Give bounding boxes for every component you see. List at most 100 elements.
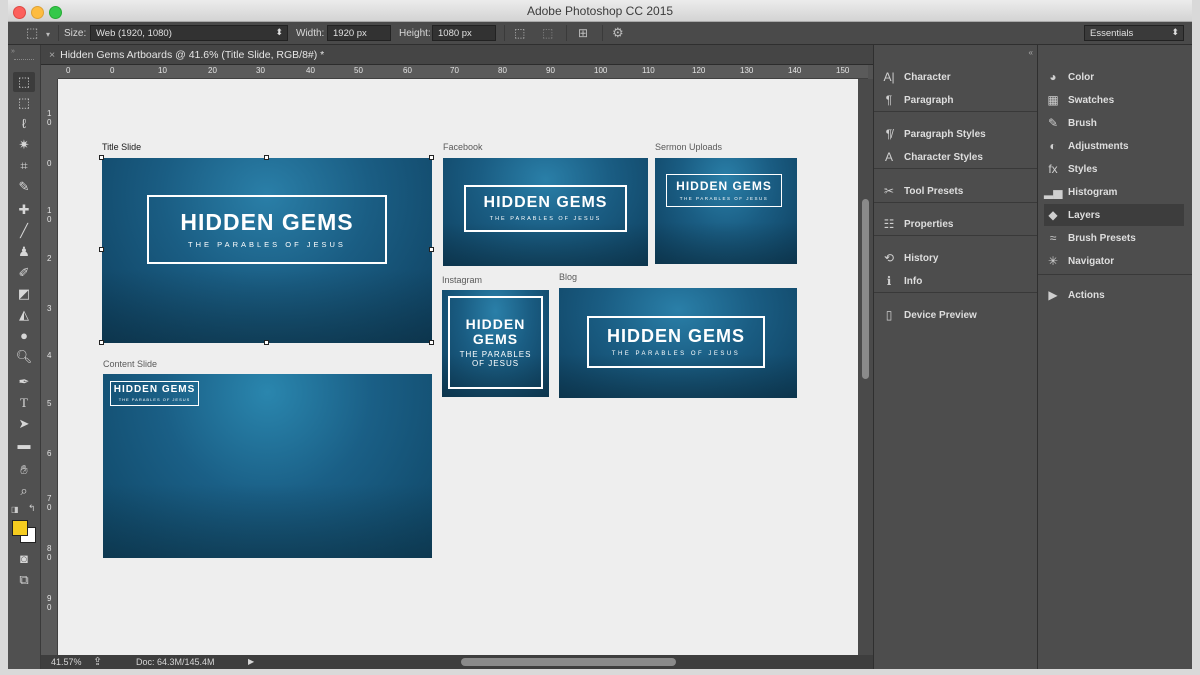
artboard-blog[interactable]: HIDDEN GEMS THE PARABLES OF JESUS [559, 288, 797, 398]
rectangle-tool-icon[interactable]: ▬ [13, 435, 35, 455]
document-tab[interactable]: × Hidden Gems Artboards @ 41.6% (Title Sl… [41, 45, 873, 65]
panel-item-actions[interactable]: ▶ Actions [1044, 284, 1104, 306]
panel-item-label: Character Styles [904, 151, 983, 163]
horizontal-ruler[interactable]: 0 0 10 20 30 40 50 60 70 80 90 100 110 120 130 140 150 [58, 65, 868, 79]
size-select[interactable]: Web (1920, 1080) ⬍ [90, 25, 288, 41]
artboard-label-title-slide[interactable]: Title Slide [102, 142, 141, 152]
default-colors-icon[interactable]: ◨ [11, 505, 19, 514]
artboard-content-slide[interactable]: HIDDEN GEMS THE PARABLES OF JESUS [103, 374, 432, 558]
dodge-tool-icon[interactable]: 🔍︎ [13, 347, 35, 367]
logo-subtitle: THE PARABLES OF JESUS [118, 397, 191, 403]
swap-colors-icon[interactable]: ↰ [28, 503, 36, 514]
expand-tools-icon[interactable]: » [11, 48, 15, 55]
brush-tool-icon[interactable]: ╱ [13, 221, 35, 241]
portrait-orientation-icon[interactable]: ⬚ [514, 26, 525, 40]
hidden-gems-logo: HIDDEN GEMS THE PARABLES OF JESUS [448, 296, 543, 389]
document-size: Doc: 64.3M/145.4M [136, 657, 215, 667]
history-brush-tool-icon[interactable]: ✐ [13, 263, 35, 283]
foreground-color-swatch[interactable] [12, 520, 28, 536]
vertical-scrollbar[interactable] [858, 79, 873, 655]
transform-handle[interactable] [99, 155, 104, 160]
zoom-tool-icon[interactable]: ⌕ [13, 481, 35, 501]
panel-item-paragraph-styles[interactable]: ¶̸ Paragraph Styles [880, 123, 986, 145]
artboard-instagram[interactable]: HIDDEN GEMS THE PARABLES OF JESUS [442, 290, 549, 397]
clone-stamp-tool-icon[interactable]: ♟ [13, 242, 35, 262]
artboard-title-slide[interactable]: HIDDEN GEMS THE PARABLES OF JESUS [102, 158, 432, 343]
status-menu-arrow-icon[interactable]: ▶ [248, 657, 254, 666]
panel-item-tool-presets[interactable]: ✂ Tool Presets [880, 180, 963, 202]
vertical-scroll-thumb[interactable] [862, 199, 869, 379]
panel-item-adjustments[interactable]: ◐ Adjustments [1044, 135, 1128, 157]
panel-item-properties[interactable]: ☷ Properties [880, 213, 954, 235]
ruler-corner[interactable] [41, 65, 58, 79]
transform-handle[interactable] [99, 247, 104, 252]
vertical-ruler[interactable]: 1 0 0 1 0 2 3 4 5 6 7 0 8 0 9 0 [41, 79, 58, 655]
hidden-gems-logo: HIDDEN GEMS THE PARABLES OF JESUS [147, 195, 387, 264]
artboard-sermon-uploads[interactable]: HIDDEN GEMS THE PARABLES OF JESUS [655, 158, 797, 264]
artboard-tool-icon[interactable]: ⬚ [13, 72, 35, 92]
transform-handle[interactable] [264, 155, 269, 160]
panel-item-brush-presets[interactable]: ≈ Brush Presets [1044, 227, 1136, 249]
transform-handle[interactable] [429, 155, 434, 160]
eraser-tool-icon[interactable]: ◩ [13, 284, 35, 304]
panel-item-styles[interactable]: fx Styles [1044, 158, 1097, 180]
eyedropper-tool-icon[interactable]: ✎ [13, 177, 35, 197]
landscape-orientation-icon[interactable]: ⬚ [542, 26, 553, 40]
hand-tool-icon[interactable]: ✋︎ [13, 460, 35, 480]
hidden-gems-logo: HIDDEN GEMS THE PARABLES OF JESUS [110, 381, 199, 406]
artboard-label-blog[interactable]: Blog [559, 272, 577, 282]
healing-brush-tool-icon[interactable]: ✚ [13, 200, 35, 220]
tool-preset-dropdown-icon[interactable]: ▾ [46, 28, 50, 42]
collapse-panels-icon[interactable]: « [1029, 48, 1033, 57]
panel-item-layers[interactable]: ◆ Layers [1044, 204, 1184, 226]
share-icon[interactable]: ⇪ [93, 655, 102, 668]
artboard-label-content-slide[interactable]: Content Slide [103, 359, 157, 369]
path-selection-tool-icon[interactable]: ➤ [13, 414, 35, 434]
transform-handle[interactable] [429, 340, 434, 345]
type-tool-icon[interactable]: T [13, 393, 35, 413]
ruler-tick-label: 1 0 [47, 109, 52, 127]
panel-item-color[interactable]: ◕ Color [1044, 66, 1094, 88]
document-canvas[interactable]: Title Slide HIDDEN GEMS THE PARABLES OF … [58, 79, 858, 655]
artboard-label-instagram[interactable]: Instagram [442, 275, 482, 285]
panel-item-histogram[interactable]: ▂▅ Histogram [1044, 181, 1117, 203]
blur-tool-icon[interactable]: ● [13, 326, 35, 346]
paint-bucket-tool-icon[interactable]: ◭ [13, 305, 35, 325]
navigator-icon: ✳ [1047, 254, 1059, 268]
ruler-tick-label: 120 [692, 66, 706, 75]
crop-tool-icon[interactable]: ⌗ [13, 156, 35, 176]
transform-handle[interactable] [429, 247, 434, 252]
close-tab-icon[interactable]: × [49, 49, 55, 61]
panel-item-device-preview[interactable]: ▯ Device Preview [880, 304, 977, 326]
panel-item-history[interactable]: ⟲ History [880, 247, 938, 269]
paragraph-icon: ¶ [885, 93, 893, 107]
panel-item-label: Swatches [1068, 94, 1115, 106]
panel-item-info[interactable]: ℹ Info [880, 270, 923, 292]
quick-mask-icon[interactable]: ◙ [13, 549, 35, 569]
pen-tool-icon[interactable]: ✒ [13, 372, 35, 392]
add-artboard-icon[interactable]: ⊞ [578, 26, 588, 40]
transform-handle[interactable] [99, 340, 104, 345]
panel-item-paragraph[interactable]: ¶ Paragraph [880, 89, 954, 111]
height-input[interactable]: 1080 px [432, 25, 496, 41]
magic-wand-tool-icon[interactable]: ✷ [13, 135, 35, 155]
zoom-level[interactable]: 41.57% [51, 657, 82, 667]
panel-item-navigator[interactable]: ✳ Navigator [1044, 250, 1114, 272]
transform-handle[interactable] [264, 340, 269, 345]
artboard-label-sermon-uploads[interactable]: Sermon Uploads [655, 142, 722, 152]
panel-item-swatches[interactable]: ▦ Swatches [1044, 89, 1114, 111]
gear-icon[interactable]: ⚙ [612, 26, 624, 40]
panel-item-character-styles[interactable]: A Character Styles [880, 146, 983, 168]
artboard-label-facebook[interactable]: Facebook [443, 142, 483, 152]
artboard-tool-icon[interactable]: ⬚ [26, 26, 38, 40]
width-input[interactable]: 1920 px [327, 25, 391, 41]
marquee-tool-icon[interactable]: ⬚ [13, 93, 35, 113]
panel-item-label: Paragraph [904, 94, 954, 106]
horizontal-scroll-thumb[interactable] [461, 658, 676, 666]
artboard-facebook[interactable]: HIDDEN GEMS THE PARABLES OF JESUS [443, 158, 648, 266]
panel-item-brush[interactable]: ✎ Brush [1044, 112, 1097, 134]
workspace-switcher[interactable]: Essentials ⬍ [1084, 25, 1184, 41]
panel-item-character[interactable]: A| Character [880, 66, 950, 88]
screen-mode-icon[interactable]: ⧉ [13, 570, 35, 590]
lasso-tool-icon[interactable]: ℓ [13, 114, 35, 134]
